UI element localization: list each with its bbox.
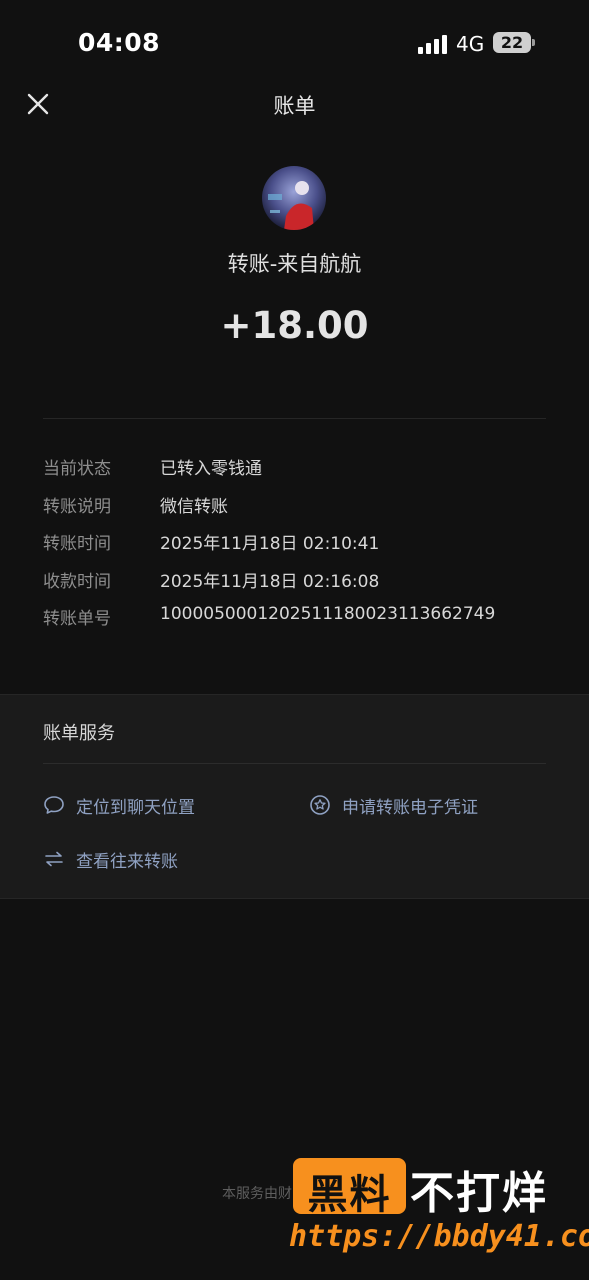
- watermark-box-text: 黑料: [307, 1172, 392, 1218]
- transfer-sender: 转账-来自航航: [227, 252, 362, 276]
- detail-row-receive-time: 收款时间 2025年11月18日 02:16:08: [43, 563, 563, 601]
- page-title: 账单: [273, 94, 316, 118]
- footer-text: 本服务由财: [222, 1186, 292, 1202]
- avatar-image: [262, 166, 326, 230]
- star-badge-icon: [310, 795, 330, 815]
- services-title: 账单服务: [43, 723, 115, 744]
- signal-strength-icon: [418, 34, 448, 54]
- status-time: 04:08: [78, 28, 161, 57]
- detail-row-status: 当前状态 已转入零钱通: [43, 450, 563, 488]
- status-bar: 04:08 4G 22: [0, 0, 589, 88]
- battery-icon: 22: [493, 32, 531, 53]
- detail-value[interactable]: 1000050001202511180023113662749: [160, 604, 495, 624]
- bill-detail-page: 04:08 4G 22 账单 转账-来自航航 +18.00 当前状态 已转入零钱…: [0, 0, 589, 1280]
- watermark-url: https://bbdy41.com: [289, 1219, 589, 1254]
- detail-value: 2025年11月18日 02:16:08: [160, 571, 380, 592]
- transfer-details: 当前状态 已转入零钱通 转账说明 微信转账 转账时间 2025年11月18日 0…: [43, 450, 563, 638]
- detail-label: 转账单号: [43, 609, 111, 629]
- detail-value: 已转入零钱通: [160, 459, 262, 479]
- service-label: 查看往来转账: [76, 852, 178, 872]
- detail-label: 收款时间: [43, 571, 111, 592]
- watermark-text: 不打烊: [410, 1168, 548, 1219]
- detail-row-transfer-id: 转账单号 1000050001202511180023113662749: [43, 600, 563, 638]
- detail-value: 微信转账: [160, 496, 228, 517]
- detail-row-note: 转账说明 微信转账: [43, 488, 563, 526]
- detail-label: 转账说明: [43, 496, 111, 517]
- detail-label: 转账时间: [43, 534, 111, 554]
- network-type: 4G: [456, 32, 485, 56]
- transfer-amount: +18.00: [220, 304, 369, 347]
- swap-arrows-icon: [45, 851, 63, 867]
- avatar[interactable]: [262, 166, 326, 230]
- detail-row-transfer-time: 转账时间 2025年11月18日 02:10:41: [43, 525, 563, 563]
- service-label: 申请转账电子凭证: [342, 798, 478, 818]
- watermark-logo-box: 黑料: [293, 1158, 406, 1218]
- chat-bubble-icon: [44, 796, 64, 814]
- bill-services-card: 账单服务 定位到聊天位置 申请转账电子凭证 查看往来转账: [0, 694, 589, 899]
- divider: [43, 418, 546, 419]
- battery-level: 22: [500, 33, 524, 52]
- divider: [43, 763, 546, 764]
- service-label: 定位到聊天位置: [76, 798, 195, 818]
- battery-cap: [532, 39, 535, 46]
- detail-value: 2025年11月18日 02:10:41: [160, 534, 380, 554]
- detail-label: 当前状态: [43, 459, 111, 479]
